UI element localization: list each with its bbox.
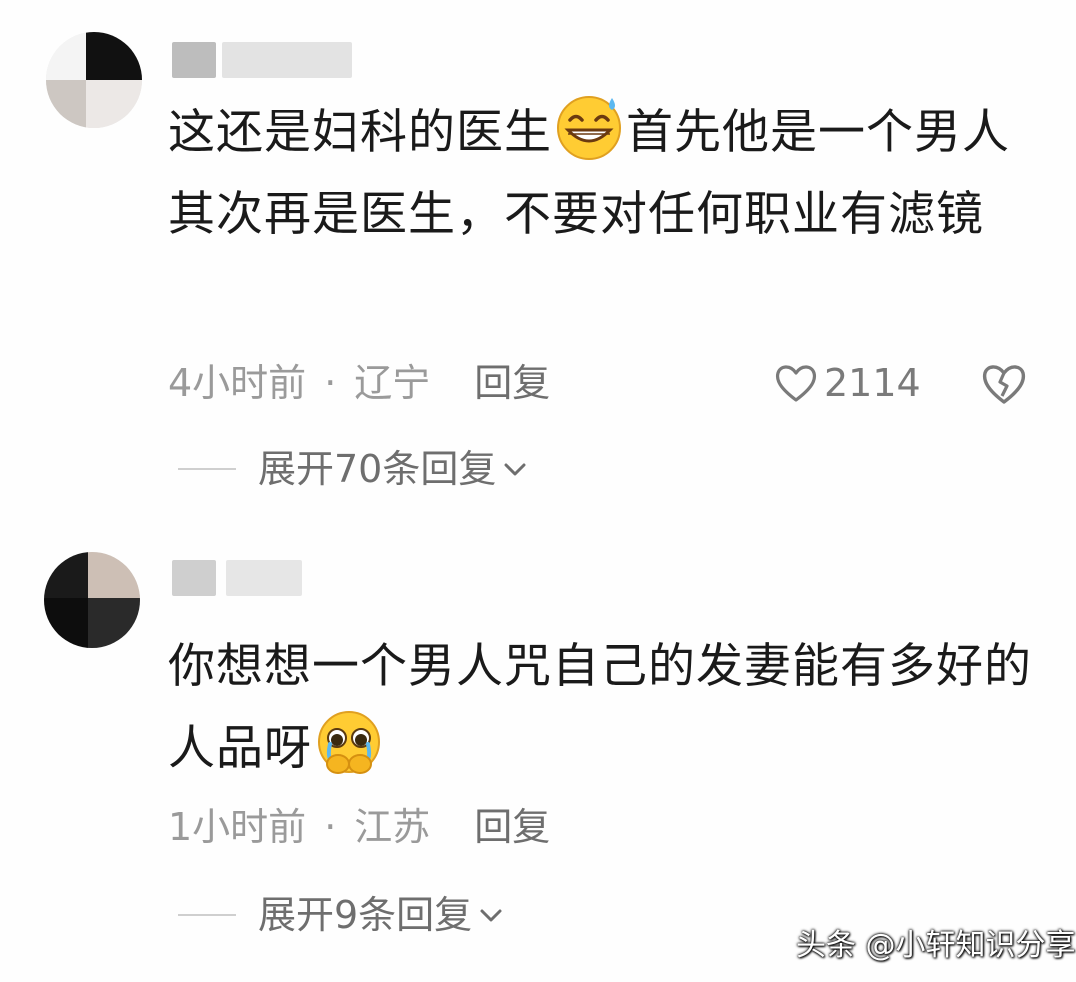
comment-location: 辽宁: [354, 361, 431, 405]
sweat-smile-emoji-icon: [557, 96, 621, 160]
expand-replies-label: 展开70条回复: [258, 447, 497, 491]
like-count: 2114: [824, 361, 921, 405]
comment-text: 这还是妇科的医生 首先他是一个男人其次再是医生，不要对任何职业有滤镜: [168, 92, 1048, 256]
broken-heart-icon[interactable]: [980, 360, 1028, 408]
username-blurred[interactable]: [172, 560, 302, 596]
reply-button[interactable]: 回复: [474, 361, 550, 405]
reply-button[interactable]: 回复: [474, 805, 550, 849]
avatar[interactable]: [46, 32, 142, 128]
heart-outline-icon: [775, 365, 817, 402]
comment-meta: 4小时前 · 辽宁 回复: [168, 358, 550, 408]
comment-time: 1小时前: [168, 805, 307, 849]
like-button[interactable]: 2114: [774, 358, 921, 408]
comment-meta: 1小时前 · 江苏 回复: [168, 802, 550, 852]
comment-location: 江苏: [354, 805, 431, 849]
expand-replies-label: 展开9条回复: [258, 893, 473, 937]
username-blurred[interactable]: [172, 42, 352, 78]
divider-line: [178, 468, 236, 470]
comment-text-part: 你想想一个男人咒自己的发妻能有多好的人品呀: [168, 639, 1032, 776]
meta-separator: ·: [324, 805, 337, 849]
comment-time: 4小时前: [168, 361, 307, 405]
meta-separator: ·: [324, 361, 337, 405]
watermark: 头条 @小轩知识分享: [796, 928, 1076, 963]
chevron-down-icon: [504, 463, 526, 476]
expand-replies-button[interactable]: 展开70条回复: [178, 444, 528, 494]
comment-text: 你想想一个男人咒自己的发妻能有多好的人品呀: [168, 626, 1048, 790]
avatar[interactable]: [44, 552, 140, 648]
comment-text-part: 这还是妇科的医生: [168, 105, 552, 160]
expand-replies-button[interactable]: 展开9条回复: [178, 890, 504, 940]
divider-line: [178, 914, 236, 916]
chevron-down-icon: [480, 909, 502, 922]
comment-list: 这还是妇科的医生 首先他是一个男人其次再是医生，不要对任何职业有滤镜 4小时前 ·…: [0, 0, 1076, 982]
pleading-face-emoji-icon: [318, 711, 380, 774]
